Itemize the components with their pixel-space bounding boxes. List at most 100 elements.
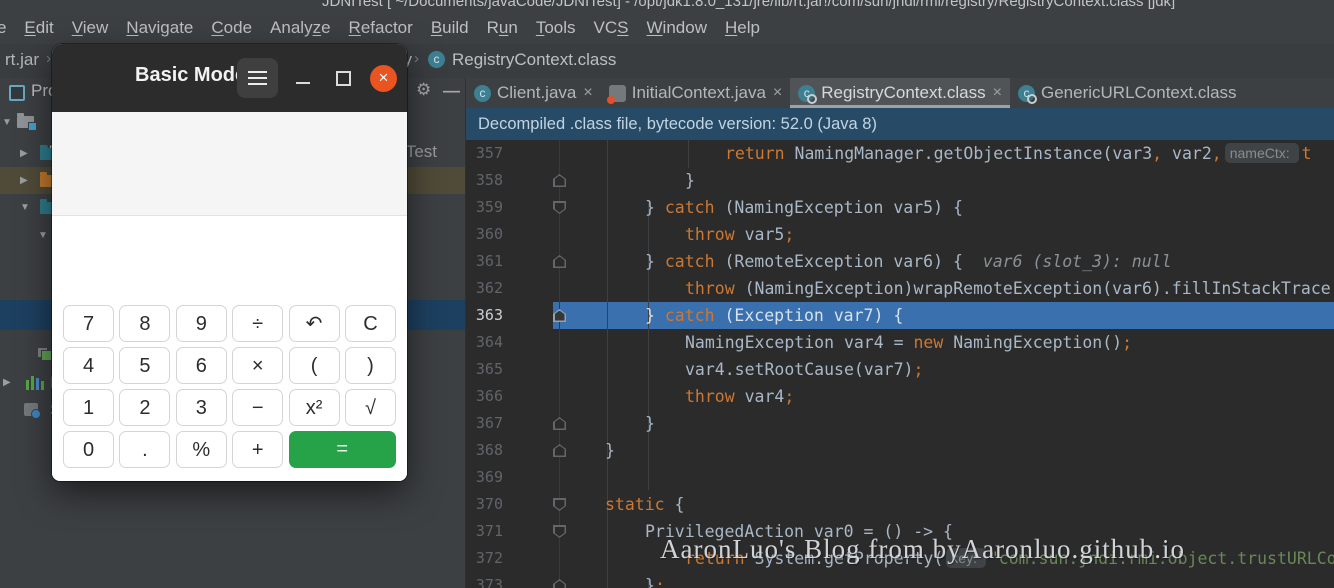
calc-button-1[interactable]: 1 — [63, 389, 114, 426]
code-token: static — [605, 495, 665, 514]
code-line-358[interactable]: 358} — [466, 167, 1334, 194]
menu-item-run[interactable]: Run — [478, 18, 527, 38]
calc-button-%[interactable]: % — [175, 431, 227, 468]
calc-button-x²[interactable]: x² — [288, 389, 340, 426]
breadcrumb-item-current[interactable]: RegistryContext.class — [452, 50, 616, 70]
calc-button-2[interactable]: 2 — [119, 389, 171, 426]
tab-initialcontext-java[interactable]: InitialContext.java × — [601, 78, 791, 108]
calculator-display[interactable] — [52, 216, 407, 299]
close-tab-icon[interactable]: × — [993, 85, 1002, 101]
menu-item-navigate[interactable]: Navigate — [117, 18, 202, 38]
menu-item-code[interactable]: Code — [202, 18, 261, 38]
menu-item-build[interactable]: Build — [422, 18, 478, 38]
fold-marker-icon[interactable] — [553, 255, 566, 268]
code-line-368[interactable]: 368} — [466, 437, 1334, 464]
breadcrumb-item-rtjar[interactable]: rt.jar — [5, 50, 39, 70]
chevron-right-icon[interactable]: ▶ — [20, 140, 28, 167]
menu-item-label: V — [71, 18, 83, 37]
gear-icon[interactable]: ⚙ — [416, 80, 431, 100]
chevron-down-icon[interactable]: ▼ — [38, 222, 48, 249]
editor-pane[interactable]: c Client.java × InitialContext.java × c Regist… — [466, 78, 1334, 588]
calc-button-6[interactable]: 6 — [175, 347, 227, 384]
code-line-363[interactable]: 363 } catch (Exception var7) { — [466, 302, 1334, 329]
calc-button-−[interactable]: − — [232, 389, 284, 426]
code-text: } — [605, 437, 615, 464]
code-line-362[interactable]: 362 throw (NamingException)wrapRemoteExce… — [466, 275, 1334, 302]
calc-button-8[interactable]: 8 — [119, 305, 171, 342]
fold-marker-icon[interactable] — [553, 309, 566, 322]
hamburger-menu-button[interactable] — [237, 58, 278, 98]
calc-button-√[interactable]: √ — [344, 389, 396, 426]
fold-marker-icon[interactable] — [553, 525, 566, 538]
fold-marker-icon[interactable] — [553, 444, 566, 457]
chevron-right-icon[interactable]: ▶ — [20, 167, 28, 194]
fold-marker-icon[interactable] — [553, 417, 566, 430]
calc-button-C[interactable]: C — [344, 305, 396, 342]
calc-button-+[interactable]: + — [232, 431, 284, 468]
code-line-357[interactable]: 357 return NamingManager.getObjectInstanc… — [466, 140, 1334, 167]
fold-marker-icon[interactable] — [553, 579, 566, 588]
screen: JDNITest [ ~/Documents/javaCode/JDNITest… — [0, 0, 1334, 588]
calc-button-3[interactable]: 3 — [175, 389, 227, 426]
menu-item-help[interactable]: Help — [716, 18, 769, 38]
code-line-366[interactable]: 366 throw var4; — [466, 383, 1334, 410]
calculator-mode-title[interactable]: Basic Mode — [135, 64, 246, 87]
chevron-right-icon: › — [414, 50, 419, 67]
minimize-button[interactable] — [296, 82, 310, 84]
calc-button-.[interactable]: . — [119, 431, 171, 468]
calculator-titlebar[interactable]: Basic Mode × — [52, 44, 407, 112]
calc-button-↶[interactable]: ↶ — [288, 305, 340, 342]
menu-item-label: W — [646, 18, 663, 37]
code-line-360[interactable]: 360 throw var5; — [466, 221, 1334, 248]
code-area[interactable]: 357 return NamingManager.getObjectInstanc… — [466, 140, 1334, 588]
calc-button-7[interactable]: 7 — [63, 305, 114, 342]
code-text: } catch (Exception var7) { — [645, 302, 903, 329]
calc-button-)[interactable]: ) — [344, 347, 396, 384]
chevron-right-icon[interactable]: ▶ — [3, 369, 11, 396]
calc-button-=[interactable]: = — [288, 431, 396, 468]
calc-button-([interactable]: ( — [288, 347, 340, 384]
tab-genericurlcontext-class[interactable]: c GenericURLContext.class — [1010, 78, 1245, 108]
calc-button-4[interactable]: 4 — [63, 347, 114, 384]
fold-marker-icon[interactable] — [553, 201, 566, 214]
menu-item-tools[interactable]: Tools — [527, 18, 585, 38]
close-button[interactable]: × — [370, 65, 397, 92]
menu-item-analyze[interactable]: Analyze — [261, 18, 340, 38]
calc-button-5[interactable]: 5 — [119, 347, 171, 384]
code-token: new — [913, 333, 944, 352]
menu-item-view[interactable]: View — [63, 18, 118, 38]
menu-item-window[interactable]: Window — [638, 18, 716, 38]
line-number: 357 — [475, 144, 503, 162]
code-line-359[interactable]: 359} catch (NamingException var5) { — [466, 194, 1334, 221]
close-tab-icon[interactable]: × — [773, 85, 782, 101]
code-text: static { — [605, 491, 684, 518]
code-line-364[interactable]: 364 NamingException var4 = new NamingExce… — [466, 329, 1334, 356]
calculator-window[interactable]: Basic Mode × 7 8 9 ÷ ↶ C 4 5 6 ×() 1 2 3− x² √ 0.% + = — [52, 44, 407, 481]
tab-registrycontext-class[interactable]: c RegistryContext.class × — [790, 78, 1010, 108]
tab-client-java[interactable]: c Client.java × — [466, 78, 601, 108]
code-line-373[interactable]: 373}; — [466, 572, 1334, 588]
menu-item-label: ools — [544, 18, 576, 37]
calc-button-0[interactable]: 0 — [63, 431, 114, 468]
code-line-361[interactable]: 361} catch (RemoteException var6) { var6… — [466, 248, 1334, 275]
calc-button-×[interactable]: × — [232, 347, 284, 384]
menu-item-vcs[interactable]: VCS — [585, 18, 638, 38]
code-line-367[interactable]: 367} — [466, 410, 1334, 437]
fold-marker-icon[interactable] — [553, 498, 566, 511]
code-line-369[interactable]: 369 — [466, 464, 1334, 491]
fold-marker-icon[interactable] — [553, 174, 566, 187]
close-tab-icon[interactable]: × — [583, 85, 592, 101]
code-line-365[interactable]: 365 var4.setRootCause(var7); — [466, 356, 1334, 383]
maximize-button[interactable] — [336, 71, 351, 86]
code-line-370[interactable]: 370 static { — [466, 491, 1334, 518]
chevron-down-icon[interactable]: ▼ — [20, 194, 30, 221]
chevron-down-icon[interactable]: ▼ — [2, 109, 12, 136]
line-number: 363 — [475, 306, 503, 324]
menu-item-file[interactable]: File — [0, 18, 15, 38]
line-number: 370 — [475, 495, 503, 513]
calc-button-9[interactable]: 9 — [175, 305, 227, 342]
hide-panel-icon[interactable]: — — [443, 81, 460, 101]
calc-button-÷[interactable]: ÷ — [232, 305, 284, 342]
menu-item-refactor[interactable]: Refactor — [340, 18, 422, 38]
menu-item-edit[interactable]: Edit — [15, 18, 62, 38]
